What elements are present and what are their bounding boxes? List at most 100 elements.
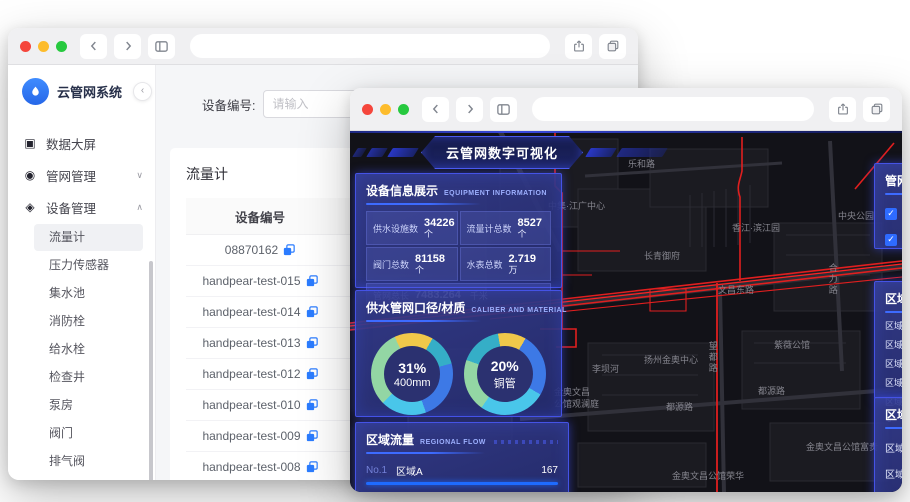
sidebar-subitem[interactable]: 集水池 (8, 280, 155, 307)
share-icon[interactable] (829, 96, 856, 122)
donut-row: 31% 400mm 20% 铜管 (366, 333, 551, 415)
panel-subtitle: REGIONAL FLOW (420, 439, 486, 446)
checkbox-icon[interactable]: ✓ (885, 207, 897, 220)
copy-icon[interactable] (306, 461, 318, 473)
title-underline (366, 320, 481, 322)
close-window-button[interactable] (362, 103, 373, 115)
copy-icon[interactable] (306, 337, 318, 349)
copy-icon[interactable] (306, 430, 318, 442)
stat-unit: 个 (424, 229, 434, 240)
regional-flow-panel: 区域流量 REGIONAL FLOW No.1 区域A 167 No.2 区域C… (355, 422, 569, 492)
sidebar-subitem[interactable]: 阀门 (8, 420, 155, 447)
device-no-cell: handpear-test-009 (186, 420, 334, 452)
sidebar-subitem[interactable]: 泵房 (8, 392, 155, 419)
forward-button[interactable] (456, 96, 483, 122)
checkbox-icon[interactable]: ✓ (885, 233, 897, 246)
back-button[interactable] (422, 96, 449, 122)
sidebar-scrollbar[interactable] (149, 261, 153, 480)
legend-item[interactable]: 区域B (885, 338, 902, 351)
map-label: 金奥文昌公馆荣华 (672, 471, 745, 481)
tabs-icon[interactable] (863, 96, 890, 122)
map-label: 都源路 (758, 386, 786, 396)
minimize-window-button[interactable] (380, 103, 391, 115)
forward-button[interactable] (114, 33, 141, 59)
layer-option[interactable]: ✓ 导入 (885, 232, 902, 247)
legend-label: 区域B (885, 340, 902, 350)
panel-title: 管网图层 (885, 174, 902, 188)
legend-item[interactable]: 区域C (885, 357, 902, 370)
legend-label: 区域D (885, 378, 902, 388)
regional-flow-rows: No.1 区域A 167 No.2 区域C 123 (366, 463, 558, 492)
flow-bar (366, 482, 558, 485)
sidebar-item[interactable]: ◉ 管网管理 ∨ (8, 159, 155, 191)
map-label: 都源路 (666, 402, 694, 412)
map-label: 金奥文昌公馆富贵 (806, 442, 879, 452)
header-decoration (585, 148, 617, 157)
zoom-window-button[interactable] (398, 103, 409, 115)
close-window-button[interactable] (20, 40, 31, 52)
panel-title: 区域峰值 (885, 292, 902, 306)
layer-option[interactable]: ✓ 全选 (885, 206, 902, 221)
sidebar-subitem[interactable]: 流量计 (34, 224, 143, 251)
copy-icon[interactable] (306, 275, 318, 287)
sidebar-toggle-icon[interactable] (490, 96, 517, 122)
dashboard: 乐和路 中集·江广中心 香江·滨江园 中央公园 长青御府 文昌东路 合力路 扬州金奥中心 紫薇公… (350, 131, 902, 492)
dashboard-title: 云管网数字可视化 (421, 136, 583, 169)
stat-unit: 个 (517, 229, 527, 240)
sidebar-subitem[interactable]: 压力传感器 (8, 252, 155, 279)
title-decoration (494, 440, 558, 444)
minimize-window-button[interactable] (38, 40, 49, 52)
copy-icon[interactable] (306, 368, 318, 380)
sidebar: 云管网系统 ‹ ▣ 数据大屏 ◉ 管网管理 ∨ ◈ 设备管理 ∧ 流量计 压力传感器集… (8, 65, 156, 480)
panel-title: 区域流量 (885, 408, 902, 422)
flow-list-rows: 区域B区域C区域D区域E (885, 440, 902, 492)
flow-rank: No.1 (366, 465, 388, 476)
sidebar-subitem[interactable]: 消防栓 (8, 308, 155, 335)
map-label: 长青御府 (644, 251, 681, 261)
address-bar[interactable] (190, 34, 550, 58)
device-no-cell: handpear-test-008 (186, 451, 334, 480)
back-button[interactable] (80, 33, 107, 59)
sidebar-collapse-icon[interactable]: ‹ (133, 82, 152, 101)
sidebar-item[interactable]: ◈ 设备管理 ∧ (8, 191, 155, 223)
copy-icon[interactable] (306, 399, 318, 411)
chevron-down-icon: ∨ (136, 169, 143, 180)
device-no-cell: handpear-test-012 (186, 358, 334, 390)
sidebar-item[interactable]: ▣ 数据大屏 (8, 127, 155, 159)
zoom-window-button[interactable] (56, 40, 67, 52)
copy-icon[interactable] (283, 244, 295, 256)
app-logo (22, 78, 49, 105)
legend-item[interactable]: 区域A (885, 319, 902, 332)
device-no-cell: 08870162 (186, 234, 334, 266)
dashboard-icon: ▣ (24, 136, 36, 150)
sidebar-item-label: 数据大屏 (46, 137, 97, 152)
copy-icon[interactable] (306, 306, 318, 318)
map-label: 望都路 (707, 341, 718, 374)
address-bar[interactable] (532, 97, 814, 121)
sidebar-toggle-icon[interactable] (148, 33, 175, 59)
flow-row: No.1 区域A 167 (366, 463, 558, 478)
tabs-icon[interactable] (599, 33, 626, 59)
front-browser-window: 乐和路 中集·江广中心 香江·滨江园 中央公园 长青御府 文昌东路 合力路 扬州金奥中心 紫薇公… (350, 88, 902, 492)
sidebar-subitem[interactable]: 给水栓 (8, 336, 155, 363)
sidebar-subitem[interactable]: 排气阀 (8, 448, 155, 475)
map-label: 扬州金奥中心 (644, 355, 699, 365)
traffic-lights (20, 40, 67, 52)
regional-peak-panel: 区域峰值 区域A 区域B 区域C 区域D 区域E 0 (874, 281, 902, 424)
map-label: 中央公园 (838, 211, 875, 221)
legend-item[interactable]: 区域D (885, 376, 902, 389)
regional-flow-list-panel: 区域流量 区域B区域C区域D区域E (874, 397, 902, 492)
title-underline (885, 193, 902, 195)
sidebar-subitem[interactable]: 出水口 (8, 476, 155, 480)
device-no-cell: handpear-test-010 (186, 389, 334, 421)
stat-value: 8527 (517, 216, 542, 229)
donut-label: 400mm (393, 376, 431, 389)
equipment-info-panel: 设备信息展示 EQUIPMENT INFORMATION 供水设施数 34226… (355, 173, 562, 307)
header-decoration (616, 148, 668, 157)
device-no-cell: handpear-test-015 (186, 265, 334, 297)
sidebar-subitem[interactable]: 检查井 (8, 364, 155, 391)
panel-title: 供水管网口径/材质 (366, 301, 466, 315)
device-no-cell: handpear-test-014 (186, 296, 334, 328)
panel-subtitle: CALIBER AND MATERIAL (471, 307, 567, 314)
share-icon[interactable] (565, 33, 592, 59)
